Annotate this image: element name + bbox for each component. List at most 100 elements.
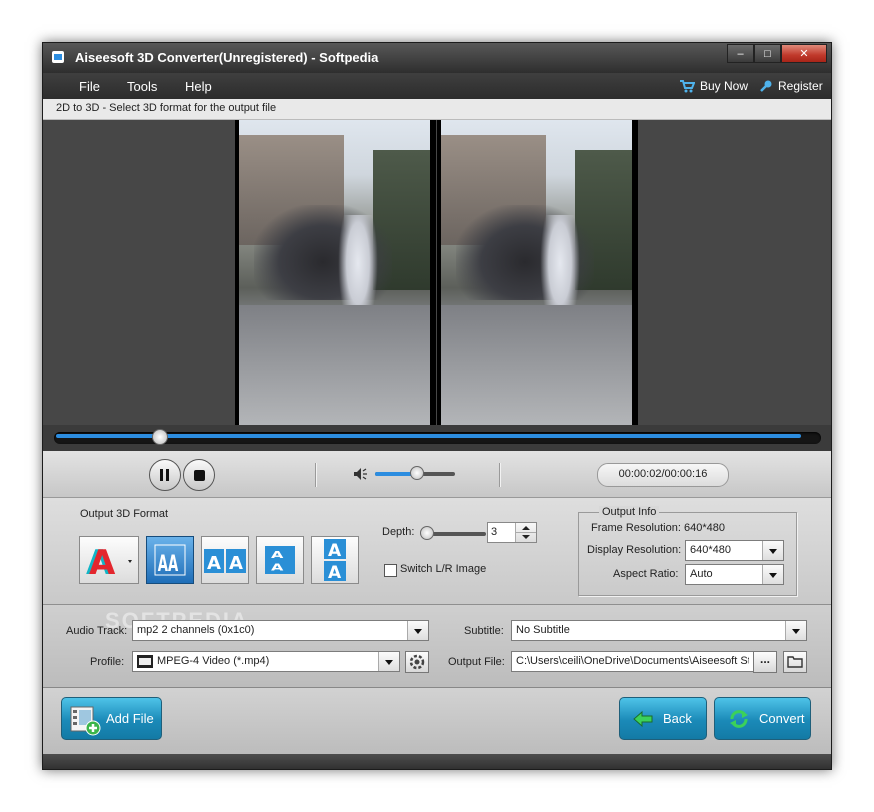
convert-button[interactable]: Convert [714,697,811,740]
browse-label: ... [759,652,770,666]
output-format-label: Output 3D Format [80,508,169,520]
chevron-down-icon [762,565,783,584]
aspect-ratio-value: Auto [690,568,713,580]
output-file-field[interactable]: C:\Users\ceili\OneDrive\Documents\Aisees… [511,651,754,672]
chevron-down-icon [378,652,399,671]
menu-file[interactable]: File [79,79,100,94]
output-file-path: C:\Users\ceili\OneDrive\Documents\Aisees… [516,655,749,667]
preview-left-image [235,120,436,425]
switch-lr-label: Switch L/R Image [400,563,487,575]
gear-icon [409,654,425,670]
buy-now-button[interactable]: Buy Now [679,79,748,93]
time-display: 00:00:02/00:00:16 [597,463,729,487]
divider [499,463,500,487]
preview-right-image [437,120,638,425]
app-window: Aiseesoft 3D Converter(Unregistered) - S… [42,42,832,770]
top-bottom-full-icon: A A [324,539,346,583]
stop-icon [194,470,205,481]
depth-slider-track[interactable] [426,532,486,536]
open-folder-button[interactable] [783,651,807,673]
subtitle-select[interactable]: No Subtitle [511,620,807,641]
output-info-group: Output Info Frame Resolution: 640*480 Di… [578,506,797,596]
window-controls: – □ ✕ [727,44,827,64]
svg-text:A: A [328,563,342,583]
switch-lr-checkbox[interactable] [384,564,397,577]
volume-handle[interactable] [409,466,424,480]
convert-label: Convert [759,711,805,726]
playback-controls: 00:00:02/00:00:16 [43,451,831,498]
depth-label: Depth: [382,526,415,538]
depth-slider-handle[interactable] [420,526,434,540]
action-bar: Add File Back Convert [43,688,831,754]
format-side-by-side-full-button[interactable]: A A [201,536,249,584]
add-video-icon [70,706,101,736]
display-resolution-select[interactable]: 640*480 [685,540,784,561]
profile-select[interactable]: MPEG-4 Video (*.mp4) [132,651,400,672]
app-logo-icon [52,51,64,63]
minimize-button[interactable]: – [727,44,754,63]
svg-text:A: A [328,541,342,561]
back-button[interactable]: Back [619,697,707,740]
register-label: Register [778,79,823,93]
subtitle-value: No Subtitle [516,624,570,636]
depth-stepper[interactable] [515,523,536,542]
mpeg-film-icon [137,655,153,668]
seek-bar[interactable] [43,425,831,451]
browse-path-button[interactable]: ... [753,651,777,673]
profile-value: MPEG-4 Video (*.mp4) [157,655,270,667]
add-file-button[interactable]: Add File [61,697,162,740]
format-top-bottom-full-button[interactable]: A A [311,536,359,584]
status-line: 2D to 3D - Select 3D format for the outp… [43,99,831,120]
format-anaglyph-button[interactable]: A A [79,536,139,584]
chevron-down-icon [407,621,428,640]
cart-icon [680,80,695,93]
display-resolution-label: Display Resolution: [587,544,682,556]
side-by-side-half-icon: AA [154,544,186,577]
aspect-ratio-label: Aspect Ratio: [613,568,679,580]
side-by-side-full-icon: A A [204,549,246,574]
format-top-bottom-half-button[interactable]: A A [256,536,304,584]
svg-text:A: A [89,543,116,583]
chevron-down-icon [785,621,806,640]
output-options-panel: Output 3D Format A A AA A A A A A A Dept… [43,498,831,605]
stop-button[interactable] [183,459,215,491]
arrow-left-icon [633,710,653,728]
divider [315,463,316,487]
profile-label: Profile: [90,656,125,668]
display-resolution-value: 640*480 [690,544,731,556]
menu-help[interactable]: Help [185,79,212,94]
back-label: Back [663,711,692,726]
svg-text:A: A [271,563,284,574]
pause-button[interactable] [149,459,181,491]
window-title: Aiseesoft 3D Converter(Unregistered) - S… [75,50,379,65]
anaglyph-icon: A A [86,543,132,583]
subtitle-label: Subtitle: [464,625,504,637]
depth-spinbox[interactable]: 3 [487,522,537,543]
chevron-down-icon [762,541,783,560]
add-file-label: Add File [106,711,154,726]
svg-text:A: A [229,553,243,574]
output-settings-panel: SOFTPEDIA Audio Track: mp2 2 channels (0… [43,605,831,688]
title-bar: Aiseesoft 3D Converter(Unregistered) - S… [43,43,831,73]
pause-icon [160,469,163,481]
status-text: 2D to 3D - Select 3D format for the outp… [56,102,277,114]
close-button[interactable]: ✕ [781,44,827,63]
svg-text:A: A [271,550,284,561]
folder-icon [787,656,803,668]
volume-icon[interactable] [353,467,369,481]
audio-track-select[interactable]: mp2 2 channels (0x1c0) [132,620,429,641]
menu-tools[interactable]: Tools [127,79,157,94]
svg-text:AA: AA [158,552,178,577]
register-button[interactable]: Register [759,79,823,93]
output-file-label: Output File: [448,656,505,668]
key-icon [760,80,772,92]
menu-bar: File Tools Help Buy Now Register [43,73,831,99]
output-info-title: Output Info [599,506,660,518]
frame-resolution-value: 640*480 [684,522,725,534]
maximize-button[interactable]: □ [754,44,781,63]
frame-resolution-label: Frame Resolution: [591,522,681,534]
profile-settings-button[interactable] [405,651,429,673]
aspect-ratio-select[interactable]: Auto [685,564,784,585]
audio-track-value: mp2 2 channels (0x1c0) [137,624,255,636]
format-side-by-side-half-button[interactable]: AA [146,536,194,584]
